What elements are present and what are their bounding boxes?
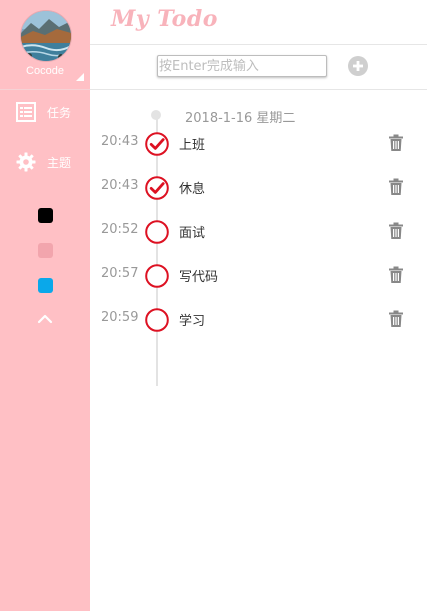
trash-icon[interactable] (388, 310, 404, 328)
task-input[interactable] (157, 55, 327, 77)
task-text: 写代码 (179, 270, 219, 285)
task-text: 上班 (179, 138, 206, 153)
list-icon (16, 102, 36, 122)
task-text: 休息 (179, 182, 206, 197)
sidebar-item-label: 任务 (47, 106, 72, 120)
task-row: 20:52 面试 (90, 210, 427, 254)
unchecked-circle-icon[interactable] (145, 220, 169, 244)
input-divider (90, 89, 427, 90)
sidebar-item-label: 主题 (47, 156, 72, 170)
header-divider (90, 44, 427, 45)
unchecked-circle-icon[interactable] (145, 264, 169, 288)
sidebar-divider (0, 89, 90, 90)
chevron-up-icon[interactable] (36, 312, 54, 326)
theme-swatch-black[interactable] (38, 208, 53, 223)
trash-icon[interactable] (388, 134, 404, 152)
task-row: 20:43 上班 (90, 122, 427, 166)
task-row: 20:43 休息 (90, 166, 427, 210)
theme-swatch-pink[interactable] (38, 243, 53, 258)
task-time: 20:43 (101, 134, 139, 149)
sidebar: Cocode 任务 主题 (0, 0, 90, 611)
avatar[interactable] (20, 10, 72, 62)
sidebar-item-tasks[interactable]: 任务 (0, 96, 90, 128)
add-icon[interactable] (348, 56, 368, 76)
task-text: 学习 (179, 314, 206, 329)
trash-icon[interactable] (388, 222, 404, 240)
trash-icon[interactable] (388, 266, 404, 284)
sidebar-item-theme[interactable]: 主题 (0, 146, 90, 178)
task-row: 20:57 写代码 (90, 254, 427, 298)
task-time: 20:57 (101, 266, 139, 281)
unchecked-circle-icon[interactable] (145, 308, 169, 332)
task-time: 20:43 (101, 178, 139, 193)
task-time: 20:59 (101, 310, 139, 325)
gear-icon (16, 152, 36, 172)
theme-swatch-blue[interactable] (38, 278, 53, 293)
task-row: 20:59 学习 (90, 298, 427, 342)
task-time: 20:52 (101, 222, 139, 237)
app-logo: My Todo (111, 6, 218, 32)
timeline-dot (151, 110, 161, 120)
checked-circle-icon[interactable] (145, 132, 169, 156)
trash-icon[interactable] (388, 178, 404, 196)
task-text: 面试 (179, 226, 206, 241)
expand-corner-icon[interactable] (76, 73, 84, 81)
checked-circle-icon[interactable] (145, 176, 169, 200)
